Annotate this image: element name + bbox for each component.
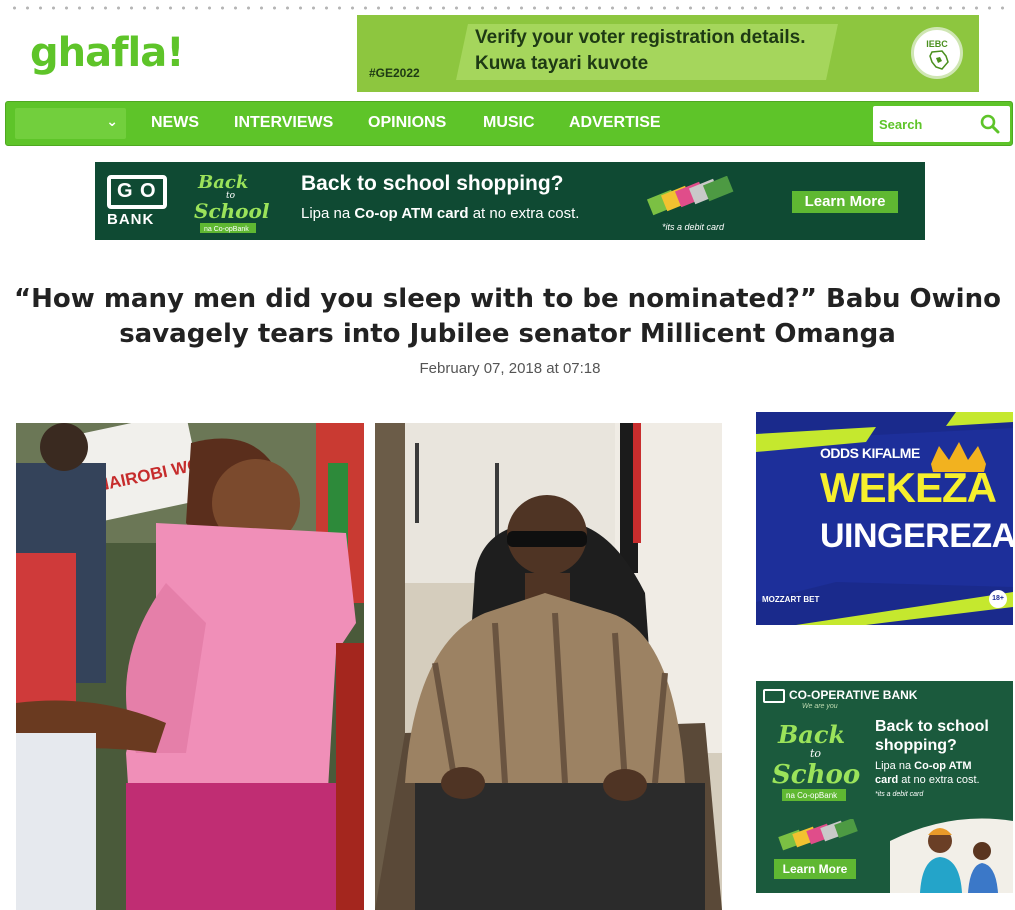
article-photo-right <box>375 423 722 910</box>
bts-na-coopbank: na Co-opBank <box>786 791 838 800</box>
main-navbar: ⌄ NEWS INTERVIEWS OPINIONS MUSIC ADVERTI… <box>5 101 1013 146</box>
learn-more-button[interactable]: Learn More <box>792 191 898 213</box>
coop-tagline: We are you <box>802 703 838 710</box>
age-badge: 18+ <box>989 590 1007 608</box>
bts-back: Back <box>777 720 845 749</box>
coop-bank-banner-ad[interactable]: GO BANK Back to School na Co-opBank Back… <box>95 162 925 240</box>
coop-logo-icon <box>763 688 785 703</box>
article-date: February 07, 2018 at 07:18 <box>419 360 601 377</box>
banner-headline: Back to school shopping? <box>301 172 564 195</box>
atm-cards-image <box>646 176 734 216</box>
debit-note: *its a debit card <box>875 791 924 798</box>
back-to-school-badge: Back to School na Co-opBank <box>194 172 270 233</box>
banner-subtext: Lipa na Co-op ATM card at no extra cost. <box>301 205 580 222</box>
bts-na-coopbank: na Co-opBank <box>204 226 249 233</box>
iebc-seal-icon: IEBC <box>911 27 963 79</box>
bts-to: to <box>810 747 821 760</box>
family-photo <box>890 818 1013 893</box>
voter-registration-ad[interactable]: Verify your voter registration details. … <box>357 15 979 92</box>
uingereza-text: UINGEREZA <box>820 517 1013 555</box>
bts-school: School <box>772 760 860 790</box>
side-ad-headline: Back to school shopping? <box>875 718 989 754</box>
coop-bank-brand: CO-OPERATIVE BANK <box>763 688 917 703</box>
chevron-down-icon: ⌄ <box>106 114 118 130</box>
nav-music[interactable]: MUSIC <box>483 114 535 132</box>
nav-interviews[interactable]: INTERVIEWS <box>234 114 333 132</box>
nav-opinions[interactable]: OPINIONS <box>368 114 446 132</box>
bank-word: BANK <box>107 211 155 228</box>
back-to-school-badge: Back to School na Co-opBank <box>772 720 860 801</box>
odds-kifalme-text: ODDS KIFALME <box>820 445 920 461</box>
side-ad-text: Lipa na Co-op ATM card at no extra cost. <box>875 760 980 786</box>
bts-back: Back <box>197 172 248 193</box>
ad-hashtag: #GE2022 <box>369 66 420 80</box>
article-photo-left: NAIROBI WO <box>16 423 364 910</box>
ad-line-2: Kuwa tayari kuvote <box>475 53 649 74</box>
site-logo[interactable]: ghafla! <box>30 30 184 76</box>
ad-line-1: Verify your voter registration details. <box>475 27 806 48</box>
category-dropdown[interactable]: ⌄ <box>15 108 126 139</box>
wekeza-text: WEKEZA <box>820 464 997 511</box>
mozzart-logo: MOZZART BET <box>762 595 820 604</box>
nav-advertise[interactable]: ADVERTISE <box>569 114 661 132</box>
article-title: “How many men did you sleep with to be n… <box>14 284 1001 349</box>
bts-school: School <box>194 199 270 223</box>
seal-text: IEBC <box>926 39 948 49</box>
top-dotted-border <box>8 6 1007 10</box>
coop-logo-mark: GO <box>107 175 167 209</box>
search-input[interactable] <box>879 112 977 136</box>
nav-news[interactable]: NEWS <box>151 114 199 132</box>
coop-bank-side-ad[interactable]: CO-OPERATIVE BANK We are you Back to Sch… <box>756 681 1013 893</box>
atm-cards-image <box>778 819 858 851</box>
search-icon[interactable] <box>980 114 1000 134</box>
learn-more-button[interactable]: Learn More <box>774 859 856 879</box>
mozzart-bet-ad[interactable]: ODDS KIFALME WEKEZA UINGEREZA MOZZART BE… <box>756 412 1013 625</box>
coop-bank-logo: GO BANK <box>107 175 169 228</box>
search-box <box>873 106 1010 142</box>
debit-note: *its a debit card <box>662 222 725 232</box>
